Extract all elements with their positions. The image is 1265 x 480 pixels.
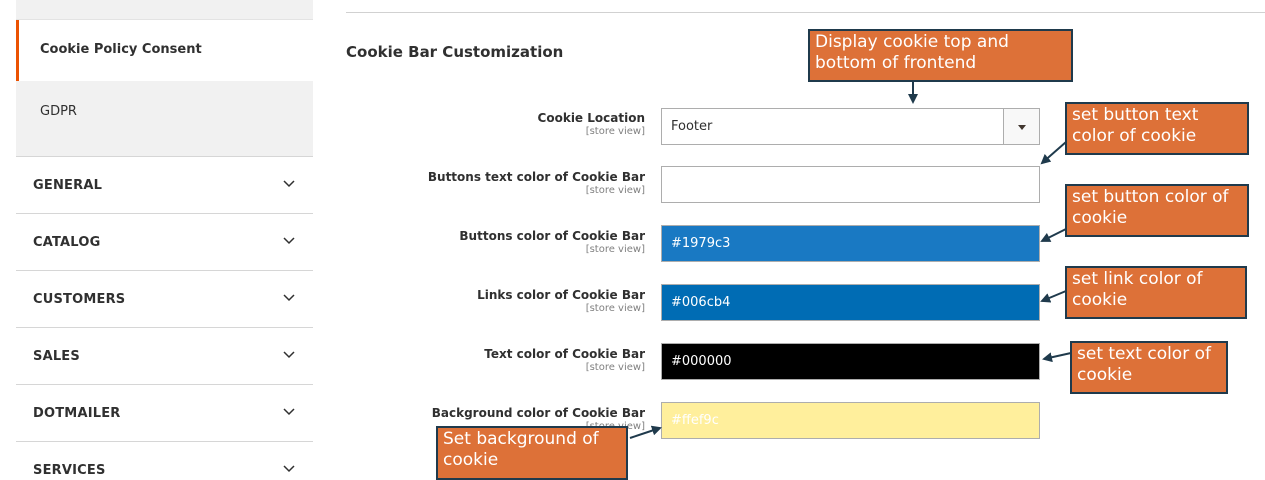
callout-background: Set background of cookie (436, 426, 628, 480)
callout-text-color: set text color of cookie (1070, 341, 1228, 394)
annotation-arrows (629, 82, 1072, 439)
arrow-link-color (1040, 290, 1067, 303)
arrow-button-text (1040, 141, 1067, 165)
arrow-text-color (1042, 352, 1072, 363)
arrow-button-color (1040, 228, 1067, 242)
arrow-background (629, 425, 662, 439)
callout-button-text: set button text color of cookie (1065, 102, 1249, 155)
callout-button-color: set button color of cookie (1065, 184, 1249, 237)
callout-location: Display cookie top and bottom of fronten… (808, 29, 1073, 82)
callout-link-color: set link color of cookie (1065, 266, 1247, 319)
